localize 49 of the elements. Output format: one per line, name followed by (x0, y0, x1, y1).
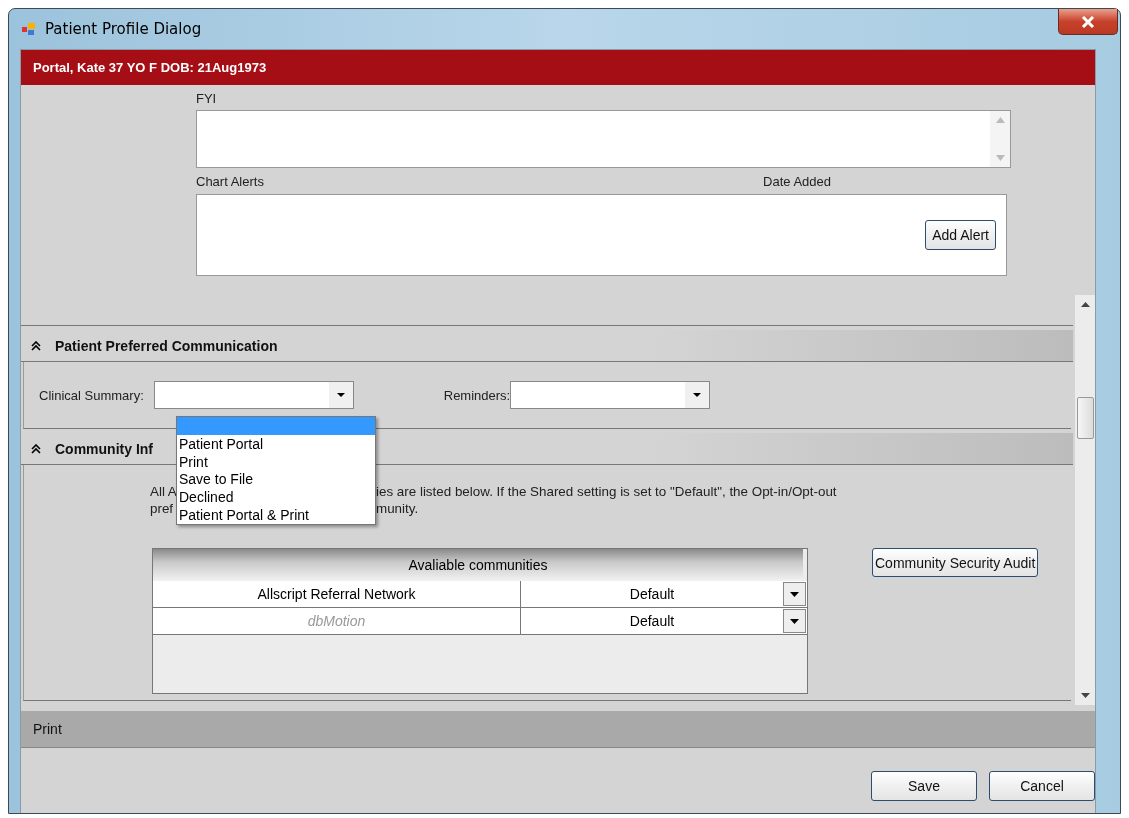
note-text: All A (150, 483, 177, 500)
add-alert-button[interactable]: Add Alert (925, 220, 996, 250)
section-title: Patient Preferred Communication (55, 337, 278, 354)
table-header: Avaliable communities (153, 549, 803, 581)
collapse-icon[interactable] (31, 340, 41, 351)
caret-icon (790, 591, 799, 597)
field-label: FYI (196, 91, 218, 106)
community-security-audit-button[interactable]: Community Security Audit (872, 548, 1039, 577)
dropdown-button[interactable] (783, 582, 806, 606)
caret-icon (693, 393, 702, 397)
scrollbar-thumb[interactable] (1076, 397, 1094, 439)
field-label: Reminders: (443, 387, 511, 403)
window-title: Patient Profile Dialog (45, 20, 202, 38)
dropdown-option[interactable]: Patient Portal (177, 434, 375, 453)
scroll-down-icon (995, 155, 1005, 161)
section-title: Community Inf (55, 440, 153, 457)
note-text: munity. (376, 500, 419, 517)
scroll-up-icon (995, 117, 1005, 123)
dropdown-option[interactable]: Declined (177, 488, 375, 506)
table-cell: Allscript Referral Network (153, 581, 521, 607)
column-header: Date Added (763, 174, 831, 191)
table-cell: dbMotion (153, 608, 521, 634)
caret-icon (336, 393, 345, 397)
scroll-up-icon (1080, 302, 1090, 307)
chart-alerts-list[interactable]: Add Alert (196, 194, 1007, 276)
close-icon (1081, 15, 1095, 28)
scroll-down-icon (1080, 693, 1090, 698)
note-text: pref (150, 500, 174, 517)
shared-setting-cell[interactable]: Default (521, 581, 783, 607)
collapse-icon[interactable] (31, 443, 41, 454)
field-label: Chart Alerts (196, 174, 264, 191)
patient-banner: Portal, Kate 37 YO F DOB: 21Aug1973 (21, 50, 1095, 85)
caret-icon (790, 618, 799, 624)
scrollbar[interactable] (990, 111, 1010, 167)
fyi-text-area[interactable] (196, 110, 1011, 168)
dropdown-option[interactable]: Patient Portal & Print (177, 506, 375, 524)
app-icon (21, 21, 37, 37)
clinical-summary-dropdown[interactable] (153, 381, 354, 409)
close-button[interactable] (1058, 9, 1118, 35)
section-header[interactable]: Print (21, 711, 1095, 748)
reminders-dropdown[interactable] (510, 381, 711, 409)
field-label: Clinical Summary: (39, 387, 144, 403)
note-text: ies are listed below. If the Shared setting is set to "Default", the Opt-in/Opt-out (376, 483, 837, 500)
section-header[interactable]: Patient Preferred Communication (21, 330, 1073, 362)
dropdown-option[interactable]: Save to File (177, 470, 375, 489)
dialog-button[interactable]: Save (871, 771, 977, 801)
dropdown-button[interactable] (783, 609, 806, 633)
dialog-button[interactable]: Cancel (989, 771, 1095, 801)
vertical-scrollbar[interactable] (1075, 295, 1095, 705)
